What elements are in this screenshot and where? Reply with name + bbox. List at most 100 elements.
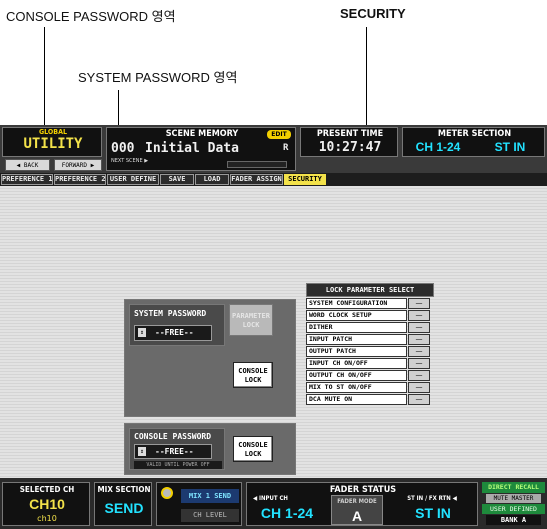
system-password-title: SYSTEM PASSWORD bbox=[134, 309, 207, 318]
system-console-lock-line2: LOCK bbox=[244, 376, 262, 384]
lock-row: INPUT PATCH — bbox=[306, 334, 432, 345]
top-status-bar: GLOBAL UTILITY ◀ BACK FORWARD ▶ SCENE ME… bbox=[0, 125, 547, 174]
console-password-group: CONSOLE PASSWORD ⇕ --FREE-- VALID UNTIL … bbox=[124, 423, 296, 475]
lock-row: INPUT CH ON/OFF — bbox=[306, 358, 432, 369]
lock-item-label: INPUT PATCH bbox=[306, 334, 407, 345]
console-lock-line2: LOCK bbox=[244, 450, 262, 458]
system-password-area-annotation: SYSTEM PASSWORD 영역 bbox=[78, 70, 238, 85]
selected-ch-sub: ch10 bbox=[37, 514, 57, 523]
tab-fader-assign[interactable]: FADER ASSIGN bbox=[230, 174, 283, 185]
lock-item-label: OUTPUT PATCH bbox=[306, 346, 407, 357]
tab-save[interactable]: SAVE bbox=[160, 174, 194, 185]
console-screen: GLOBAL UTILITY ◀ BACK FORWARD ▶ SCENE ME… bbox=[0, 125, 547, 529]
spin-icon: ⇕ bbox=[138, 447, 146, 456]
lock-item-toggle[interactable]: — bbox=[408, 382, 430, 393]
lock-row: WORD CLOCK SETUP — bbox=[306, 310, 432, 321]
console-password-area-annotation: CONSOLE PASSWORD 영역 bbox=[6, 9, 176, 24]
system-console-lock-button[interactable]: CONSOLE LOCK bbox=[233, 362, 273, 388]
lock-row: OUTPUT CH ON/OFF — bbox=[306, 370, 432, 381]
security-annotation: SECURITY bbox=[340, 6, 406, 21]
bank-button[interactable]: BANK A bbox=[486, 515, 541, 525]
input-ch-label: ◀ INPUT CH bbox=[253, 495, 288, 502]
lock-row: SYSTEM CONFIGURATION — bbox=[306, 298, 432, 309]
console-lock-line1: CONSOLE bbox=[238, 441, 268, 449]
console-lock-button[interactable]: CONSOLE LOCK bbox=[233, 436, 273, 462]
lock-item-toggle[interactable]: — bbox=[408, 334, 430, 345]
input-ch-value[interactable]: CH 1-24 bbox=[251, 505, 323, 521]
tab-security[interactable]: SECURITY bbox=[284, 174, 326, 185]
lock-parameter-header: LOCK PARAMETER SELECT bbox=[306, 283, 434, 297]
mix-send-value: SEND bbox=[104, 500, 144, 516]
selected-ch-value: CH10 bbox=[29, 496, 65, 512]
fader-status-label: FADER STATUS bbox=[329, 485, 397, 495]
scene-r-indicator: R bbox=[283, 143, 289, 153]
fader-mode-box[interactable]: FADER MODE A bbox=[331, 495, 383, 525]
lock-item-toggle[interactable]: — bbox=[408, 370, 430, 381]
console-password-value: --FREE-- bbox=[155, 447, 194, 456]
meter-section-label: METER SECTION bbox=[437, 129, 512, 139]
parameter-lock-line1: PARAMETER bbox=[232, 312, 270, 320]
lock-row: DITHER — bbox=[306, 322, 432, 333]
scene-number: 000 bbox=[111, 141, 135, 156]
lock-item-toggle[interactable]: — bbox=[408, 310, 430, 321]
fader-status-panel[interactable]: FADER STATUS ◀ INPUT CH CH 1-24 FADER MO… bbox=[246, 482, 478, 526]
next-scene-label[interactable]: NEXT SCENE ▶ bbox=[111, 159, 151, 164]
lock-item-toggle[interactable]: — bbox=[408, 298, 430, 309]
fader-mode-label: FADER MODE bbox=[337, 498, 377, 505]
console-password-title: CONSOLE PASSWORD bbox=[134, 432, 212, 441]
lock-row: OUTPUT PATCH — bbox=[306, 346, 432, 357]
lock-item-toggle[interactable]: — bbox=[408, 394, 430, 405]
mute-master-button[interactable]: MUTE MASTER bbox=[486, 494, 541, 503]
scene-memory-panel[interactable]: SCENE MEMORY EDIT 000 Initial Data R NEX… bbox=[106, 127, 296, 171]
back-button[interactable]: ◀ BACK bbox=[5, 159, 50, 171]
st-in-value[interactable]: ST IN bbox=[393, 505, 473, 521]
bottom-status-bar: SELECTED CH CH10 ch10 MIX SECTION SEND M… bbox=[0, 478, 547, 529]
mix-section-panel[interactable]: MIX SECTION SEND bbox=[94, 482, 152, 526]
spin-icon: ⇕ bbox=[138, 328, 146, 337]
tab-preference-1[interactable]: PREFERENCE 1 bbox=[1, 174, 53, 185]
lock-item-label: OUTPUT CH ON/OFF bbox=[306, 370, 407, 381]
lock-item-toggle[interactable]: — bbox=[408, 346, 430, 357]
edit-badge: EDIT bbox=[267, 130, 291, 139]
lock-item-label: DCA MUTE ON bbox=[306, 394, 407, 405]
lock-item-label: SYSTEM CONFIGURATION bbox=[306, 298, 407, 309]
lock-parameter-panel: LOCK PARAMETER SELECT SYSTEM CONFIGURATI… bbox=[306, 283, 434, 409]
tab-load[interactable]: LOAD bbox=[195, 174, 229, 185]
encoder-knob-icon[interactable] bbox=[161, 487, 173, 499]
system-password-value: --FREE-- bbox=[155, 328, 194, 337]
meter-section-panel[interactable]: METER SECTION CH 1-24 ST IN bbox=[402, 127, 545, 157]
lock-row: MIX TO ST ON/OFF — bbox=[306, 382, 432, 393]
present-time-value: 10:27:47 bbox=[318, 140, 382, 155]
mix-section-label: MIX SECTION bbox=[97, 485, 151, 494]
lock-item-label: WORD CLOCK SETUP bbox=[306, 310, 407, 321]
parameter-lock-button[interactable]: PARAMETER LOCK bbox=[229, 304, 273, 336]
user-keys-panel[interactable]: DIRECT RECALL MUTE MASTER USER DEFINED K… bbox=[482, 482, 545, 526]
console-password-box: CONSOLE PASSWORD ⇕ --FREE-- VALID UNTIL … bbox=[129, 428, 225, 470]
present-time-label: PRESENT TIME bbox=[316, 129, 384, 139]
user-defined-keys-label: USER DEFINED KEYS bbox=[482, 504, 545, 523]
utility-panel[interactable]: GLOBAL UTILITY bbox=[2, 127, 102, 157]
system-password-field[interactable]: ⇕ --FREE-- bbox=[134, 325, 212, 341]
present-time-panel: PRESENT TIME 10:27:47 bbox=[300, 127, 398, 157]
st-in-label: ST IN / FX RTN ◀ bbox=[407, 495, 457, 502]
parameter-lock-line2: LOCK bbox=[242, 321, 260, 329]
selected-ch-panel[interactable]: SELECTED CH CH10 ch10 bbox=[2, 482, 90, 526]
console-password-field[interactable]: ⇕ --FREE-- bbox=[134, 444, 212, 459]
lock-item-toggle[interactable]: — bbox=[408, 322, 430, 333]
fader-mode-value: A bbox=[351, 508, 363, 524]
forward-button[interactable]: FORWARD ▶ bbox=[54, 159, 102, 171]
meter-st-button[interactable]: ST IN bbox=[479, 140, 541, 154]
mix1-send-button[interactable]: MIX 1 SEND bbox=[181, 489, 239, 503]
lock-item-label: MIX TO ST ON/OFF bbox=[306, 382, 407, 393]
system-console-lock-line1: CONSOLE bbox=[238, 367, 268, 375]
direct-recall-button[interactable]: DIRECT RECALL bbox=[482, 482, 545, 493]
lock-item-toggle[interactable]: — bbox=[408, 358, 430, 369]
tab-user-define[interactable]: USER DEFINE bbox=[107, 174, 159, 185]
meter-ch-button[interactable]: CH 1-24 bbox=[407, 140, 469, 154]
encoder-panel[interactable]: MIX 1 SEND CH LEVEL bbox=[156, 482, 242, 526]
security-content: SYSTEM PASSWORD ⇕ --FREE-- PARAMETER LOC… bbox=[0, 186, 547, 478]
lock-row: DCA MUTE ON — bbox=[306, 394, 432, 405]
function-tabs: PREFERENCE 1 PREFERENCE 2 USER DEFINE SA… bbox=[0, 173, 547, 186]
ch-level-button[interactable]: CH LEVEL bbox=[181, 509, 239, 522]
tab-preference-2[interactable]: PREFERENCE 2 bbox=[54, 174, 106, 185]
